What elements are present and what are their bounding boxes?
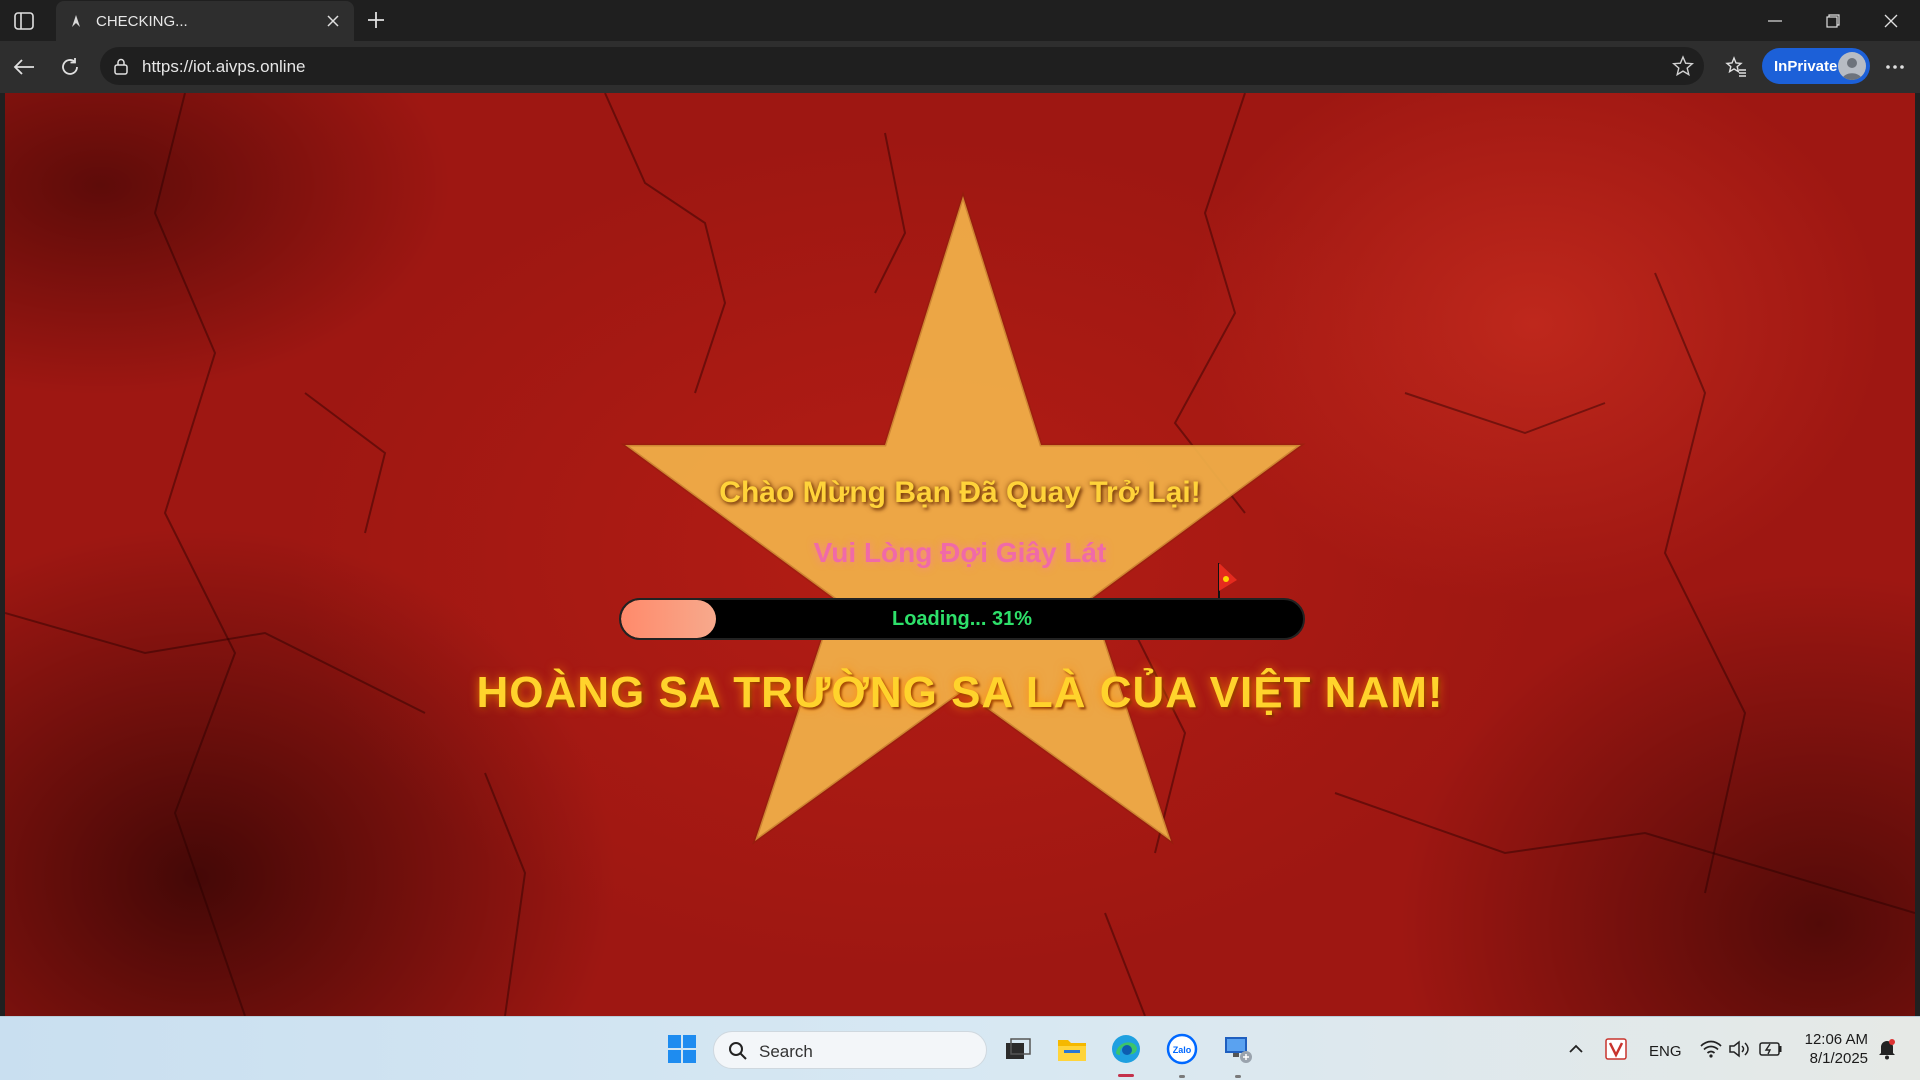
refresh-icon[interactable] <box>56 53 84 81</box>
show-hidden-icons-chevron-icon[interactable] <box>1558 1031 1594 1067</box>
close-window-icon[interactable] <box>1868 0 1914 41</box>
search-label: Search <box>759 1042 813 1061</box>
task-view-icon[interactable] <box>1000 1031 1036 1067</box>
svg-text:Zalo: Zalo <box>1173 1045 1192 1055</box>
search-icon <box>729 1042 747 1060</box>
inprivate-badge[interactable]: InPrivate <box>1762 48 1870 84</box>
clock-date: 8/1/2025 <box>1809 1050 1868 1067</box>
running-indicator <box>1235 1075 1241 1078</box>
tab-title: CHECKING... <box>96 13 188 30</box>
zalo-icon[interactable]: Zalo <box>1164 1031 1200 1067</box>
edge-icon[interactable] <box>1108 1031 1144 1067</box>
running-indicator <box>1179 1075 1185 1078</box>
language-indicator[interactable]: ENG <box>1649 1043 1682 1060</box>
lock-icon[interactable] <box>112 57 130 75</box>
browser-titlebar: CHECKING... <box>0 0 1920 41</box>
address-bar[interactable]: https://iot.aivps.online <box>100 47 1704 85</box>
minimize-icon[interactable] <box>1752 0 1798 41</box>
more-options-icon[interactable] <box>1881 53 1909 81</box>
tab-close-icon[interactable] <box>324 12 342 30</box>
restore-icon[interactable] <box>1810 0 1856 41</box>
sidebar-toggle-icon[interactable] <box>12 10 36 32</box>
favorite-star-icon[interactable] <box>1672 55 1694 77</box>
loading-progress-bar: Loading... 31% <box>619 598 1305 640</box>
taskbar-clock[interactable]: 12:06 AM 8/1/2025 <box>1792 1030 1868 1068</box>
inprivate-label: InPrivate <box>1774 58 1838 75</box>
notification-bell-icon[interactable] <box>1872 1031 1902 1067</box>
remote-desktop-icon[interactable] <box>1220 1031 1256 1067</box>
windows-start-icon[interactable] <box>664 1031 700 1067</box>
favorites-icon[interactable] <box>1722 53 1750 81</box>
clock-time: 12:06 AM <box>1804 1031 1868 1048</box>
slogan-text: HOÀNG SA TRƯỜNG SA LÀ CỦA VIỆT NAM! <box>476 668 1444 717</box>
new-tab-icon[interactable] <box>364 8 388 32</box>
volume-icon[interactable] <box>1724 1031 1754 1067</box>
file-explorer-icon[interactable] <box>1054 1031 1090 1067</box>
wait-message: Vui Lòng Đợi Giây Lát <box>813 537 1107 568</box>
progress-label: Loading... 31% <box>891 607 1033 630</box>
welcome-title: Chào Mừng Bạn Đã Quay Trở Lại! <box>719 476 1201 509</box>
taskbar: Search Zalo ENG 12:06 AM 8/1/2025 <box>0 1016 1920 1080</box>
browser-tab[interactable]: CHECKING... <box>56 1 354 41</box>
v-app-tray-icon[interactable] <box>1598 1031 1634 1067</box>
page-viewport: Chào Mừng Bạn Đã Quay Trở Lại! Vui Lòng … <box>5 93 1915 1016</box>
url-text[interactable]: https://iot.aivps.online <box>142 57 305 77</box>
avatar[interactable] <box>1838 52 1866 80</box>
taskbar-search-box[interactable]: Search <box>713 1031 987 1069</box>
back-arrow-icon[interactable] <box>10 53 38 81</box>
active-app-indicator <box>1118 1074 1134 1077</box>
browser-toolbar: https://iot.aivps.online InPrivate <box>0 41 1920 93</box>
tab-favicon-icon <box>68 13 84 29</box>
wifi-icon[interactable] <box>1696 1031 1726 1067</box>
battery-icon[interactable] <box>1756 1031 1786 1067</box>
